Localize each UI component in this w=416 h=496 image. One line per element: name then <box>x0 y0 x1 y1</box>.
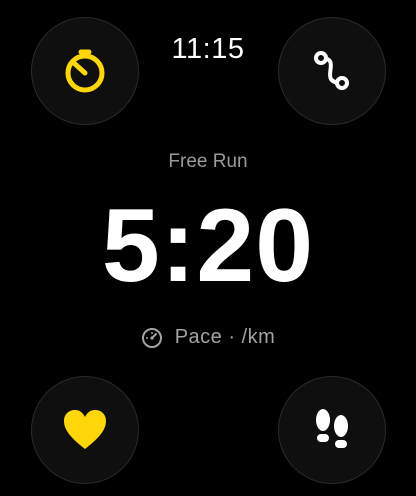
heart-rate-button[interactable] <box>31 376 139 484</box>
route-button[interactable] <box>278 17 386 125</box>
steps-button[interactable] <box>278 376 386 484</box>
heart-icon <box>64 410 106 449</box>
route-icon <box>314 51 349 90</box>
footsteps-icon <box>316 409 348 448</box>
metric-label: Pace · /km <box>0 326 416 349</box>
gauge-icon <box>141 327 162 348</box>
pace-value: 5:20 <box>101 188 315 304</box>
workout-name: Free Run <box>168 151 248 172</box>
metric-label-text: Pace · /km <box>174 326 276 348</box>
